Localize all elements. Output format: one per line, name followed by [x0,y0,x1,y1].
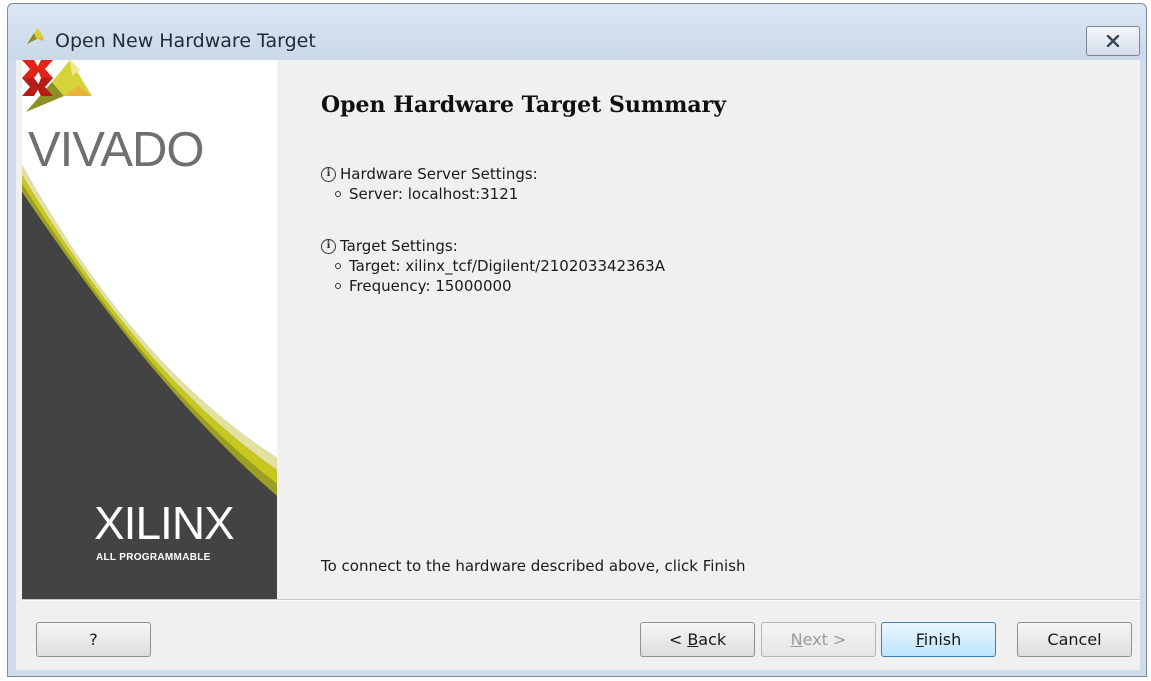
server-value: Server: localhost:3121 [349,185,519,203]
target-settings-section: i Target Settings: Target: xilinx_tcf/Di… [321,236,665,296]
xilinx-logo-icon [22,60,53,96]
help-button[interactable]: ? [36,622,151,657]
page-title: Open Hardware Target Summary [321,92,727,118]
section-label: Hardware Server Settings: [340,165,538,183]
summary-panel: Open Hardware Target Summary i Hardware … [277,60,1140,599]
help-button-label: ? [89,630,98,649]
close-button[interactable] [1086,26,1140,56]
cancel-button-label: Cancel [1047,630,1102,649]
section-label: Target Settings: [340,237,458,255]
xilinx-wordmark: XILINX [94,497,235,549]
bullet-icon [335,283,341,289]
vivado-logo-icon [27,28,44,44]
info-icon: i [321,238,336,254]
hardware-server-section: i Hardware Server Settings: Server: loca… [321,164,538,204]
list-item: Server: localhost:3121 [321,184,538,204]
window-title: Open New Hardware Target [55,30,316,52]
xilinx-tagline: ALL PROGRAMMABLE [96,552,211,563]
bullet-icon [335,263,341,269]
frequency-value: Frequency: 15000000 [349,277,512,295]
list-item: Target: xilinx_tcf/Digilent/210203342363… [321,256,665,276]
dialog-window: Open New Hardware Target VIVADO XILINX A… [7,3,1147,677]
button-separator [22,599,1140,601]
next-button[interactable]: Next > [761,622,876,657]
cancel-button[interactable]: Cancel [1017,622,1132,657]
info-icon: i [321,166,336,182]
sidebar-banner: VIVADO XILINX ALL PROGRAMMABLE [22,60,277,599]
title-bar[interactable]: Open New Hardware Target [8,4,1146,60]
finish-button[interactable]: Finish [881,622,996,657]
vivado-wordmark: VIVADO [28,123,205,177]
dialog-client-area: VIVADO XILINX ALL PROGRAMMABLE Open Hard… [16,60,1140,670]
finish-button-label: Finish [915,630,962,649]
back-button[interactable]: < Back [640,622,755,657]
instruction-text: To connect to the hardware described abo… [321,557,746,575]
close-x-icon [1106,35,1120,47]
bullet-icon [335,191,341,197]
target-value: Target: xilinx_tcf/Digilent/210203342363… [349,257,665,275]
next-button-label: Next > [790,630,847,649]
back-button-label: < Back [668,630,727,649]
list-item: Frequency: 15000000 [321,276,665,296]
